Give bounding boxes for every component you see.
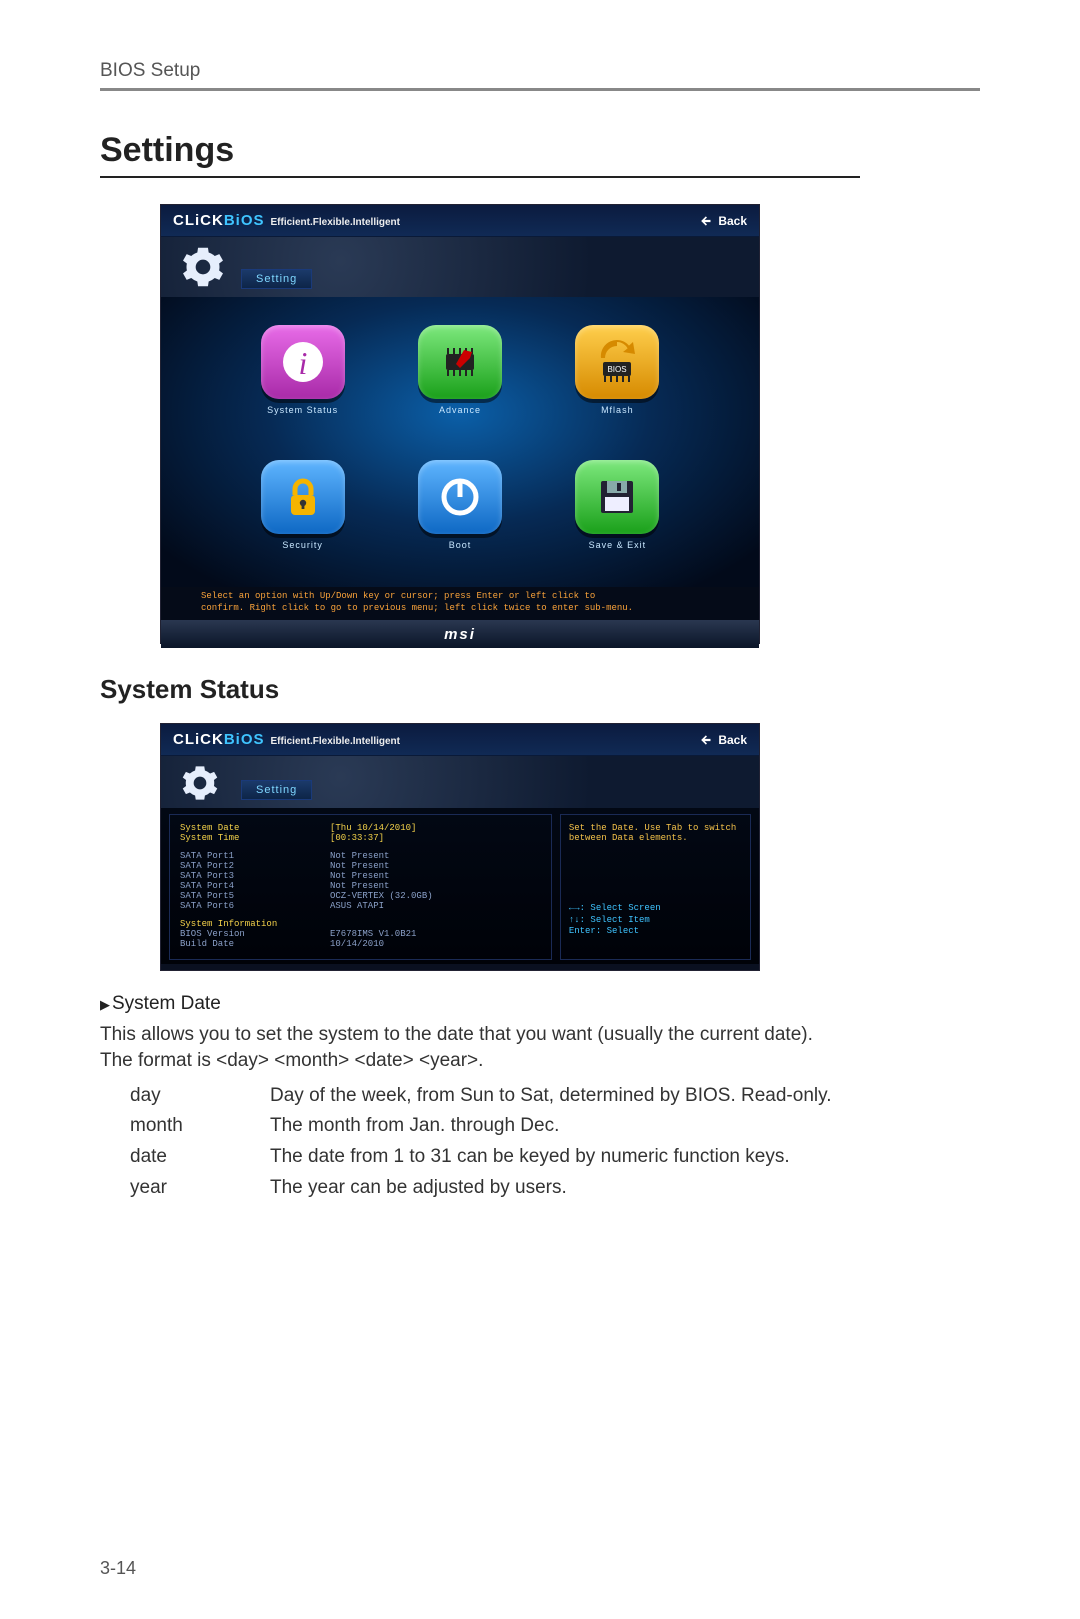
tile-boot[interactable]: Boot — [398, 460, 521, 577]
tagline: Efficient.Flexible.Intelligent — [271, 217, 400, 228]
bios-system-status-screenshot: CLiCKBiOS Efficient.Flexible.Intelligent… — [160, 723, 760, 971]
status-row: SATA Port6ASUS ATAPI — [180, 901, 541, 911]
definition-row: monthThe month from Jan. through Dec. — [130, 1113, 960, 1140]
tile-label: Mflash — [601, 405, 634, 415]
back-arrow-icon — [700, 733, 714, 747]
back-button[interactable]: Back — [700, 733, 747, 747]
clickbios-logo: CLiCKBiOS — [173, 212, 265, 229]
definition-row: dateThe date from 1 to 31 can be keyed b… — [130, 1144, 960, 1171]
tile-security[interactable]: Security — [241, 460, 364, 577]
breadcrumb-setting: Setting — [241, 269, 312, 289]
tile-label: Security — [282, 540, 323, 550]
status-list: System Date[Thu 10/14/2010]System Time[0… — [169, 814, 552, 960]
gear-icon — [181, 245, 225, 294]
chip-wrench-icon — [418, 325, 502, 399]
tile-label: System Status — [267, 405, 338, 415]
svg-text:i: i — [298, 345, 307, 381]
status-row: System Information — [180, 919, 541, 929]
clickbios-logo: CLiCKBiOS — [173, 731, 265, 748]
status-row: System Date[Thu 10/14/2010] — [180, 823, 541, 833]
help-panel: Set the Date. Use Tab to switch between … — [560, 814, 751, 960]
help-text: Select an option with Up/Down key or cur… — [161, 587, 759, 620]
status-row: BIOS VersionE7678IMS V1.0B21 — [180, 929, 541, 939]
tile-label: Advance — [439, 405, 481, 415]
status-row: System Time[00:33:37] — [180, 833, 541, 843]
back-button[interactable]: Back — [700, 214, 747, 228]
status-row: SATA Port5OCZ-VERTEX (32.0GB) — [180, 891, 541, 901]
page-number: 3-14 — [100, 1558, 136, 1579]
bios-chip-refresh-icon: BIOS — [575, 325, 659, 399]
power-icon — [418, 460, 502, 534]
bios-settings-screenshot: CLiCKBiOS Efficient.Flexible.Intelligent… — [160, 204, 760, 644]
msi-logo: msi — [161, 620, 759, 648]
definition-row: yearThe year can be adjusted by users. — [130, 1175, 960, 1202]
breadcrumb-setting: Setting — [241, 780, 312, 800]
tile-advance[interactable]: Advance — [398, 325, 521, 442]
info-icon: i — [261, 325, 345, 399]
status-row: SATA Port4Not Present — [180, 881, 541, 891]
tile-save-exit[interactable]: Save & Exit — [556, 460, 679, 577]
paragraph: This allows you to set the system to the… — [100, 1022, 960, 1049]
subheading-system-date: ▶System Date — [100, 991, 960, 1018]
svg-text:BIOS: BIOS — [608, 365, 627, 374]
paragraph: The format is <day> <month> <date> <year… — [100, 1048, 960, 1075]
tile-label: Save & Exit — [589, 540, 647, 550]
status-row: SATA Port2Not Present — [180, 861, 541, 871]
tagline: Efficient.Flexible.Intelligent — [271, 736, 400, 747]
lock-icon — [261, 460, 345, 534]
tile-mflash[interactable]: BIOS Mflash — [556, 325, 679, 442]
back-arrow-icon — [700, 214, 714, 228]
tile-label: Boot — [449, 540, 472, 550]
tile-system-status[interactable]: i System Status — [241, 325, 364, 442]
floppy-disk-icon — [575, 460, 659, 534]
doc-header: BIOS Setup — [100, 60, 980, 82]
status-row: Build Date10/14/2010 — [180, 939, 541, 949]
status-row: SATA Port3Not Present — [180, 871, 541, 881]
section-heading: System Status — [100, 674, 980, 705]
status-row: SATA Port1Not Present — [180, 851, 541, 861]
page-title: Settings — [100, 131, 860, 178]
definition-row: dayDay of the week, from Sun to Sat, det… — [130, 1083, 960, 1110]
gear-icon — [181, 764, 219, 807]
